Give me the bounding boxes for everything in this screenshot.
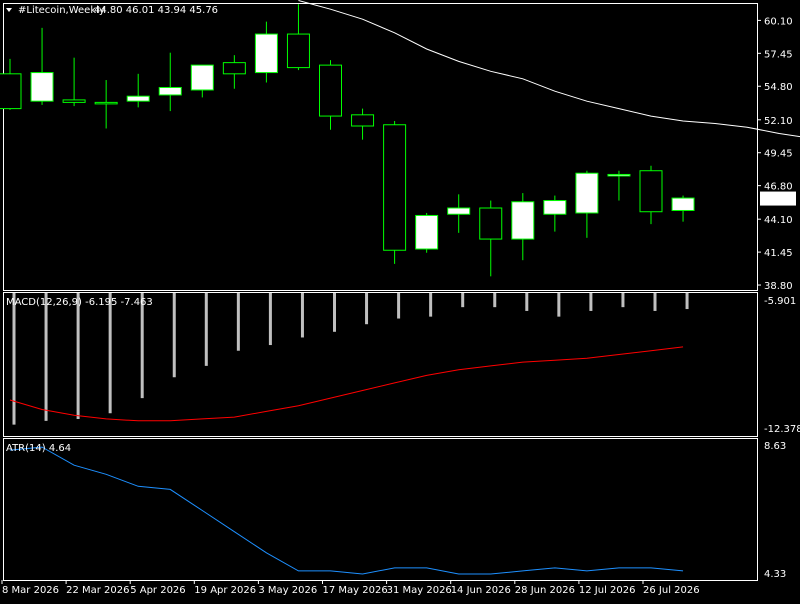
candle-body[interactable] (671, 197, 695, 211)
price-tick-label: 60.10 (764, 16, 793, 27)
time-tick-label: 26 Jul 2026 (643, 585, 700, 596)
price-tick-label: 52.10 (764, 116, 793, 127)
candle-body[interactable] (479, 207, 503, 240)
time-tick-label: 12 Jul 2026 (579, 585, 636, 596)
time-tick-label: 31 May 2026 (387, 585, 452, 596)
candle-body[interactable] (126, 95, 150, 102)
time-tick-label: 3 May 2026 (258, 585, 317, 596)
candle-body[interactable] (254, 33, 278, 74)
time-tick-label: 8 Mar 2026 (2, 585, 59, 596)
candle-body[interactable] (511, 201, 535, 240)
price-tick-label: 57.45 (764, 49, 793, 60)
time-tick-label: 5 Apr 2026 (130, 585, 185, 596)
candle-body[interactable] (0, 73, 22, 110)
atr-title: ATR(14) 4.64 (6, 443, 71, 454)
candle-body[interactable] (575, 172, 599, 214)
time-tick-label: 17 May 2026 (323, 585, 388, 596)
price-tick-label: 44.10 (764, 215, 793, 226)
atr-tick-label: 4.33 (764, 569, 786, 580)
candle-body[interactable] (383, 124, 407, 251)
price-tick-label: 54.80 (764, 82, 793, 93)
price-tick-label: 38.80 (764, 281, 793, 292)
price-tick-label: 41.45 (764, 248, 793, 259)
ohlc-values: 44.80 46.01 43.94 45.76 (94, 5, 218, 16)
macd-tick-label: -5.901 (764, 296, 796, 307)
time-tick-label: 19 Apr 2026 (194, 585, 256, 596)
chart-canvas[interactable]: 60.10 57.45 54.80 52.10 49.45 46.80 44.10 41.45… (0, 0, 800, 600)
price-tick-label: 49.45 (764, 149, 793, 160)
candle-body[interactable] (222, 62, 246, 75)
pane-frame-1 (3, 3, 758, 291)
price-tick-label: 46.80 (764, 182, 793, 193)
atr-line (9, 446, 684, 575)
candle-body[interactable] (190, 64, 214, 91)
pane-frame-2 (3, 292, 758, 437)
candle-body[interactable] (319, 64, 342, 117)
candle-body[interactable] (62, 99, 86, 103)
candle-body[interactable] (286, 33, 310, 69)
candle-body[interactable] (415, 214, 439, 250)
current-price-label: 45.76 (763, 195, 792, 206)
atr-tick-label: 8.63 (764, 441, 786, 452)
chart-window[interactable]: 60.10 57.45 54.80 52.10 49.45 46.80 44.10 41.45… (0, 0, 800, 600)
pane-frame-3 (3, 438, 758, 581)
time-tick-label: 28 Jun 2026 (515, 585, 575, 596)
time-tick-label: 14 Jun 2026 (451, 585, 511, 596)
candle-body[interactable] (607, 173, 631, 177)
candle-body[interactable] (94, 101, 118, 105)
candle-body[interactable] (447, 207, 471, 215)
triangle-down-icon[interactable] (6, 8, 12, 12)
candle-body[interactable] (351, 114, 375, 127)
macd-tick-label: -12.378 (764, 424, 800, 435)
macd-title: MACD(12,26,9) -6.195 -7.463 (6, 297, 153, 308)
candle-body[interactable] (543, 200, 567, 215)
candle-body[interactable] (30, 72, 54, 102)
time-tick-label: 22 Mar 2026 (66, 585, 129, 596)
symbol-title: #Litecoin,Weekly (18, 5, 105, 16)
candle-body[interactable] (158, 86, 182, 96)
candle-body[interactable] (639, 170, 663, 213)
